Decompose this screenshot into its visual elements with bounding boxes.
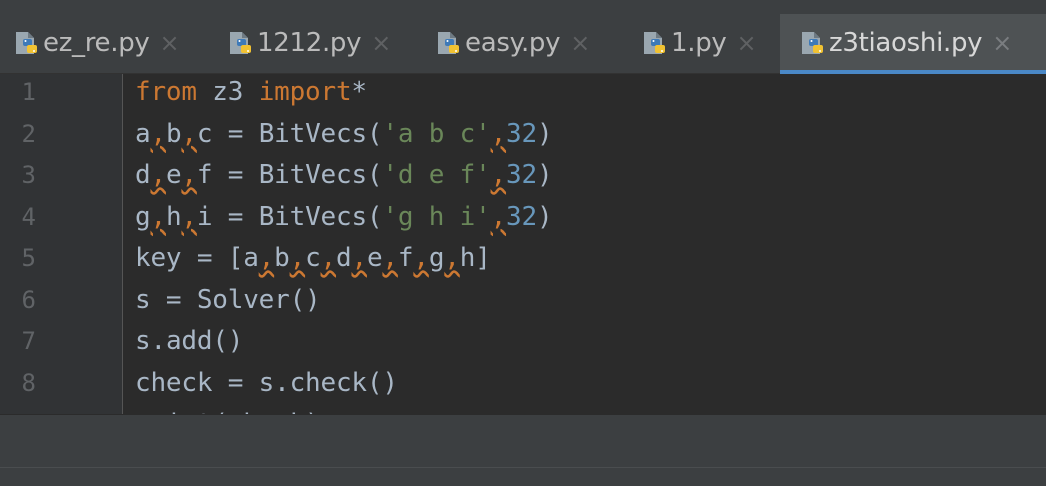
tab-label: z3tiaoshi.py	[829, 28, 983, 58]
code-line[interactable]: 7 s.add()	[0, 325, 1046, 367]
tab-1[interactable]: 1.py ×	[630, 14, 780, 72]
line-number: 6	[21, 285, 36, 314]
code-line[interactable]: 3 d,e,f = BitVecs('d e f',32)	[0, 159, 1046, 201]
close-icon[interactable]: ×	[371, 31, 391, 55]
tab-label: easy.py	[465, 28, 561, 58]
tab-z3tiaoshi[interactable]: z3tiaoshi.py ×	[780, 14, 1046, 74]
code-line[interactable]: 1 from z3 import*	[0, 76, 1046, 118]
code-text[interactable]: g,h,i = BitVecs('g h i',32)	[135, 202, 553, 232]
code-text[interactable]: a,b,c = BitVecs('a b c',32)	[135, 119, 553, 149]
close-icon[interactable]: ×	[570, 31, 590, 55]
line-number: 8	[21, 368, 36, 397]
close-icon[interactable]: ×	[992, 31, 1012, 55]
close-icon[interactable]: ×	[737, 31, 757, 55]
tab-label: 1212.py	[257, 28, 362, 58]
line-number: 5	[21, 244, 36, 272]
close-icon[interactable]: ×	[160, 31, 180, 55]
code-text[interactable]: from z3 import*	[135, 77, 367, 107]
code-editor[interactable]: 1 from z3 import* 2 a,b,c = BitVecs('a b c'…	[0, 74, 1046, 414]
tab-1212[interactable]: 1212.py ×	[216, 14, 424, 72]
line-number: 3	[21, 161, 36, 189]
line-number: 7	[21, 327, 36, 355]
python-file-icon	[644, 32, 665, 54]
python-file-icon	[16, 32, 37, 54]
line-number: 1	[21, 78, 36, 106]
window-top-strip	[0, 0, 1046, 15]
code-line[interactable]: 6 s = Solver()	[0, 284, 1046, 326]
code-text[interactable]: check = s.check()	[135, 368, 398, 398]
code-line[interactable]: 4 g,h,i = BitVecs('g h i',32)	[0, 201, 1046, 243]
panel-divider	[0, 467, 1046, 468]
editor-tab-bar: ez_re.py × 1212.py × easy.py × 1.py × z3…	[0, 14, 1046, 74]
line-number: 4	[21, 202, 36, 231]
bottom-panel	[0, 414, 1046, 486]
tab-label: ez_re.py	[43, 28, 150, 58]
python-file-icon	[230, 32, 251, 54]
tab-easy[interactable]: easy.py ×	[424, 14, 628, 72]
tab-ez-re[interactable]: ez_re.py ×	[0, 14, 208, 72]
code-text[interactable]: s.add()	[135, 326, 243, 356]
code-text[interactable]: d,e,f = BitVecs('d e f',32)	[135, 160, 553, 190]
code-text[interactable]: s = Solver()	[135, 285, 321, 315]
python-file-icon	[802, 32, 823, 54]
code-text[interactable]: key = [a,b,c,d,e,f,g,h]	[135, 243, 491, 273]
line-number: 2	[21, 119, 36, 148]
python-file-icon	[438, 32, 459, 54]
code-line[interactable]: 5 key = [a,b,c,d,e,f,g,h]	[0, 242, 1046, 284]
code-line[interactable]: 2 a,b,c = BitVecs('a b c',32)	[0, 118, 1046, 160]
code-line[interactable]: 8 check = s.check()	[0, 367, 1046, 409]
tab-label: 1.py	[671, 28, 727, 58]
